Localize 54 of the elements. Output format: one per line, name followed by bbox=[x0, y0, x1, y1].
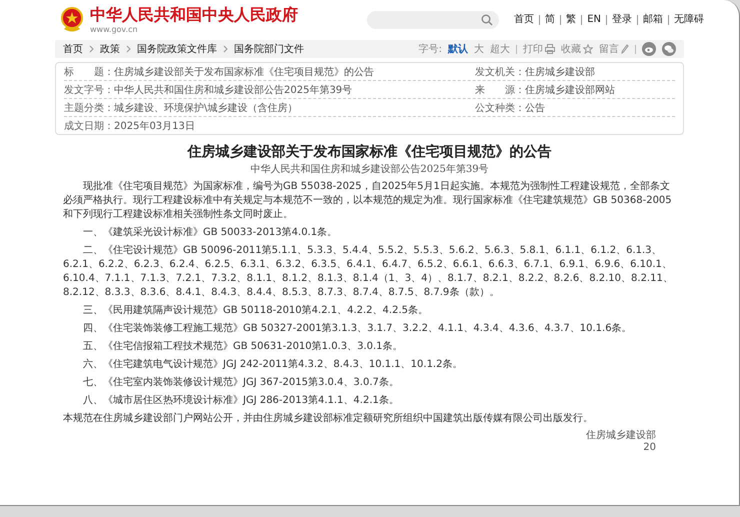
info-label: 成文日期： bbox=[64, 120, 114, 132]
nav-link[interactable]: 繁 bbox=[560, 15, 582, 25]
nav-link[interactable]: 登录 bbox=[606, 15, 637, 25]
breadcrumb-link[interactable]: 国务院部门文件 bbox=[234, 42, 304, 56]
nav-link[interactable]: 无障碍 bbox=[668, 15, 709, 25]
search-field[interactable] bbox=[367, 11, 500, 29]
breadcrumb-link[interactable]: 国务院政策文件库 bbox=[137, 42, 217, 56]
info-label: 来 源： bbox=[475, 84, 525, 96]
article-paragraph: 三、《民用建筑隔声设计规范》GB 50118-2010第4.2.1、4.2.2、4.2.5条。 bbox=[82, 304, 429, 318]
article-paragraph: 七、《住宅室内装饰装修设计规范》JGJ 367-2015第3.0.4、3.0.7条。 bbox=[82, 376, 400, 390]
printer-icon bbox=[545, 44, 555, 54]
info-label: 发文字号： bbox=[64, 84, 114, 96]
info-value: 住房城乡建设部关于发布国家标准《住宅项目规范》的公告 bbox=[114, 66, 374, 78]
emblem-icon bbox=[60, 7, 84, 33]
font-size-label: 字号: bbox=[418, 42, 442, 56]
nav-link[interactable]: EN bbox=[581, 15, 606, 25]
info-label: 标 题： bbox=[64, 66, 114, 78]
article-paragraph: 五、《住宅信报箱工程技术规范》GB 50631-2010第1.0.3、3.0.1条。 bbox=[82, 340, 404, 354]
article-paragraph: 八、《城市居住区热环境设计标准》JGJ 286-2013第4.1.1、4.2.1条。 bbox=[82, 394, 400, 408]
chevron-icon bbox=[89, 45, 94, 53]
site-url: www.gov.cn bbox=[90, 25, 139, 35]
article-paragraph: 一、《建筑采光设计标准》GB 50033-2013第4.0.1条。 bbox=[82, 226, 338, 240]
info-value: 公告 bbox=[525, 102, 545, 114]
eye-circle-icon[interactable] bbox=[642, 42, 656, 56]
info-label: 公文种类： bbox=[475, 102, 525, 114]
info-value: 城乡建设、环境保护\城乡建设（含住房） bbox=[114, 102, 298, 114]
date-text: 20 bbox=[643, 442, 656, 454]
info-label: 主题分类： bbox=[64, 102, 114, 114]
chevron-icon bbox=[126, 45, 131, 53]
article-paragraph: 四、《住宅装饰装修工程施工规范》GB 50327-2001第3.1.3、3.1.7、3.2.2、4.1.1、4.3.4、4.3.6、4.3.7、10.1.6条。 bbox=[82, 322, 633, 336]
nav-link[interactable]: 简 bbox=[539, 15, 560, 25]
info-value: 中华人民共和国住房和城乡建设部公告2025年第39号 bbox=[114, 84, 352, 96]
article-paragraph: 本规范在住房城乡建设部门户网站公开，并由住房城乡建设部标准定额研究所组织中国建筑出版传媒有限公司出版发行。 bbox=[63, 412, 594, 426]
nav-link[interactable]: 邮箱 bbox=[637, 15, 668, 25]
info-label: 发文机关： bbox=[475, 66, 525, 78]
document-number: 中华人民共和国住房和城乡建设部公告2025年第39号 bbox=[250, 163, 489, 176]
article-paragraph: 六、《住宅建筑电气设计规范》JGJ 242-2011第4.3.2、8.4.3、10.1.1、10.1.2条。 bbox=[82, 358, 464, 372]
star-icon bbox=[583, 44, 593, 54]
info-value: 住房城乡建设部 bbox=[525, 66, 595, 78]
info-value: 2025年03月13日 bbox=[114, 120, 195, 132]
pencil-icon bbox=[621, 44, 629, 54]
signature: 住房城乡建设部 bbox=[586, 430, 656, 442]
article-title: 住房城乡建设部关于发布国家标准《住宅项目规范》的公告 bbox=[186, 143, 552, 161]
breadcrumb-link[interactable]: 首页 bbox=[63, 42, 83, 56]
info-value: 住房城乡建设部网站 bbox=[525, 84, 615, 96]
nav-link[interactable]: 首页 bbox=[509, 15, 540, 25]
chat-bubbles-icon[interactable] bbox=[662, 42, 676, 56]
site-name[interactable]: 中华人民共和国中央人民政府 bbox=[90, 5, 298, 25]
article-paragraph: 现批准《住宅项目规范》为国家标准，编号为GB 55038-2025，自2025年5月1日起实施。本规范为强制性工程建设规范，全部条文必须严格执行。现行工程建设标准中有关规定与本规范不一致的，以本规范的规定为准。现行国家标准《住宅建筑规范》GB 50368-2005和下列现行工程建设标准相关强制性条文同时废止。 bbox=[63, 180, 673, 222]
article-paragraph: 二、《住宅设计规范》GB 50096-2011第5.1.1、5.3.3、5.4.4、5.5.2、5.5.3、5.6.2、5.6.3、5.8.1、6.1.1、6.1.2、6.1.3、6.2.1、6.2.2、6.2.3、6.2.4、6.2.5、6.3.1、6.3.2、6.3.5、6.4.1、6.4.7、6.5.2、6.6.1、6.6.3、6.7.1、6.9.1、6.9.6、6.10.1、6.10.4、7.1.1、7.1.3、7.2.1、7.3.2、8.1.1、8.1.2、8.1.3、8.1.4（1、3、4）、8.1.7、8.2.1、8.2.2、8.2.6、8.2.10、8.2.11、8.2.12、8.3.3、8.3.6、8.4.1、8.4.3、8.4.4、8.5.3、8.7.3、8.7.4、8.7.5、8.7.9条（款）。 bbox=[63, 244, 674, 300]
search-icon[interactable] bbox=[481, 14, 494, 26]
chevron-icon bbox=[223, 45, 228, 53]
font-size-option[interactable]: 默认 bbox=[448, 42, 468, 56]
breadcrumb-link[interactable]: 政策 bbox=[100, 42, 120, 56]
